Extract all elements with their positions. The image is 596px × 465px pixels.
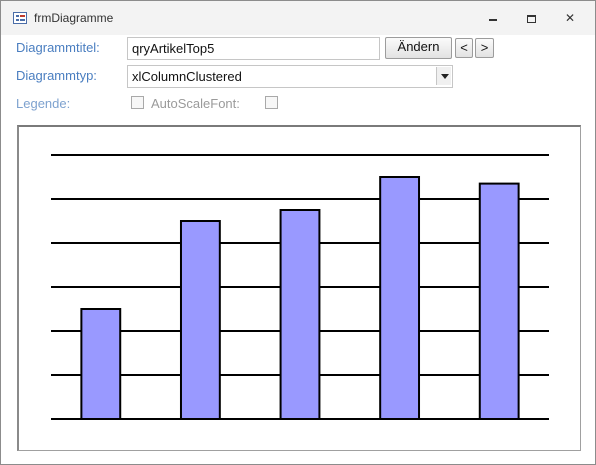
change-button[interactable]: Ändern bbox=[385, 37, 452, 59]
form-window: frmDiagramme ✕ Diagrammtitel: qryArtikel… bbox=[0, 0, 596, 465]
form-icon bbox=[13, 12, 27, 24]
chart-bar bbox=[179, 220, 221, 420]
autoscale-font-checkbox[interactable] bbox=[265, 96, 278, 109]
chart-type-dropdown[interactable]: xlColumnClustered bbox=[127, 65, 453, 88]
chart-title-label: Diagrammtitel: bbox=[16, 40, 100, 55]
chart-type-value: xlColumnClustered bbox=[132, 69, 242, 84]
column-chart bbox=[51, 154, 549, 420]
chart-type-label: Diagrammtyp: bbox=[16, 68, 97, 83]
close-icon: ✕ bbox=[564, 11, 576, 25]
close-button[interactable]: ✕ bbox=[555, 7, 585, 29]
title-bar[interactable]: frmDiagramme ✕ bbox=[1, 1, 595, 35]
chart-title-field[interactable]: qryArtikelTop5 bbox=[127, 37, 380, 60]
maximize-button[interactable] bbox=[516, 7, 546, 29]
next-button[interactable]: > bbox=[475, 38, 494, 58]
minimize-button[interactable] bbox=[478, 7, 508, 29]
maximize-icon bbox=[526, 15, 536, 23]
chart-container[interactable] bbox=[17, 125, 581, 451]
chart-bar bbox=[478, 182, 520, 420]
legend-checkbox[interactable] bbox=[131, 96, 144, 109]
chart-bar bbox=[80, 308, 122, 420]
chart-bar bbox=[379, 176, 421, 420]
chart-bar bbox=[279, 209, 321, 420]
legend-label: Legende: bbox=[16, 96, 71, 111]
window-title: frmDiagramme bbox=[34, 11, 114, 25]
previous-button[interactable]: < bbox=[455, 38, 473, 58]
autoscale-font-label: AutoScaleFont: bbox=[151, 96, 240, 111]
dropdown-arrow-icon[interactable] bbox=[436, 67, 451, 85]
minimize-icon bbox=[489, 19, 497, 21]
